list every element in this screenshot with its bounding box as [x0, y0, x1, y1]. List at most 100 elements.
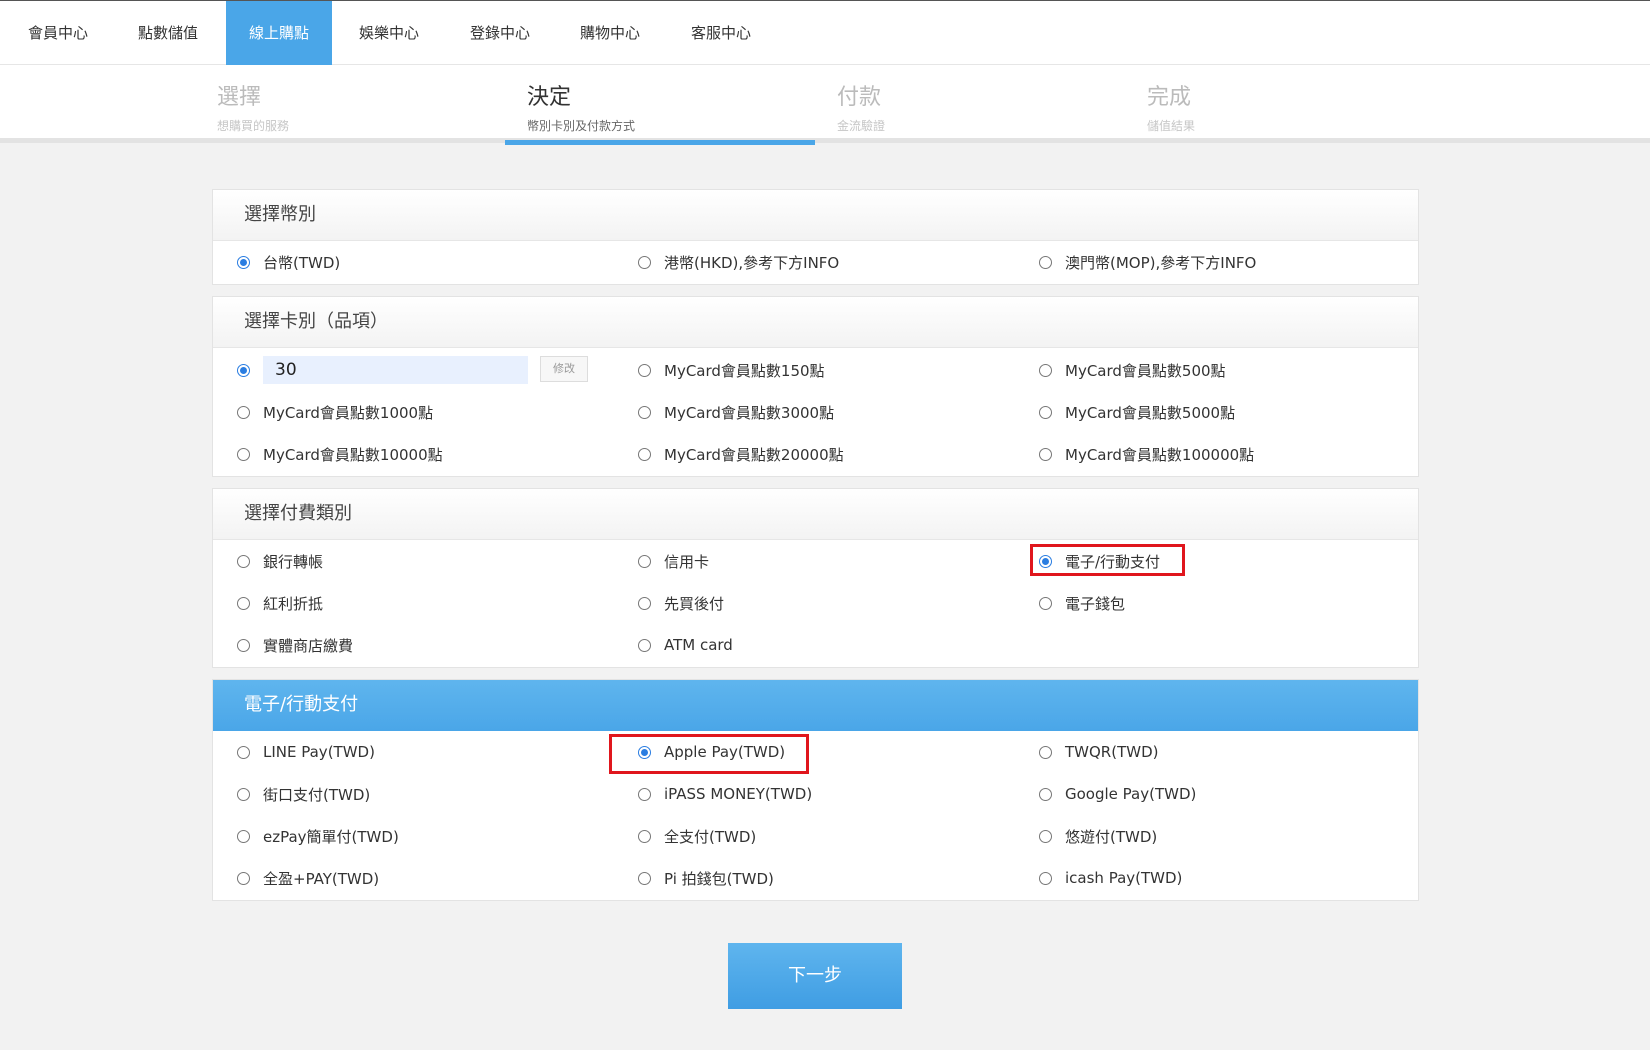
- paytype-option-bonus-redeem[interactable]: 紅利折抵: [237, 590, 323, 616]
- radio-icon[interactable]: [1039, 405, 1052, 419]
- epay-option-line-pay[interactable]: LINE Pay(TWD): [237, 739, 375, 765]
- step-progress: 選擇 想購買的服務 決定 幣別卡別及付款方式 付款 金流驗證 完成 儲值結果: [0, 65, 1650, 145]
- radio-icon[interactable]: [638, 363, 651, 377]
- step-decide: 決定 幣別卡別及付款方式: [500, 65, 810, 143]
- option-label: 銀行轉帳: [263, 552, 324, 571]
- radio-icon[interactable]: [638, 787, 651, 801]
- epay-option-apple-pay[interactable]: Apple Pay(TWD): [638, 739, 785, 765]
- radio-icon[interactable]: [237, 829, 250, 843]
- option-label: MyCard會員點數10000點: [263, 445, 443, 464]
- custom-amount-input[interactable]: [263, 356, 528, 384]
- currency-option-twd[interactable]: 台幣(TWD): [237, 249, 340, 275]
- step-title: 決定: [527, 85, 572, 110]
- radio-icon[interactable]: [638, 829, 651, 843]
- radio-icon[interactable]: [237, 787, 250, 801]
- radio-icon[interactable]: [638, 745, 651, 759]
- option-label: 紅利折抵: [263, 594, 324, 613]
- option-label: Pi 拍錢包(TWD): [664, 869, 774, 888]
- radio-icon[interactable]: [1039, 829, 1052, 843]
- option-label: icash Pay(TWD): [1065, 869, 1183, 887]
- epay-option-easywallet[interactable]: 悠遊付(TWD): [1039, 823, 1157, 849]
- epay-option-pxpay[interactable]: 全支付(TWD): [638, 823, 756, 849]
- top-nav: 會員中心 點數儲值 線上購點 娛樂中心 登錄中心 購物中心 客服中心: [0, 0, 1650, 65]
- step-subtitle: 想購買的服務: [217, 119, 290, 133]
- card-option-3000[interactable]: MyCard會員點數3000點: [638, 399, 834, 425]
- radio-icon[interactable]: [638, 255, 651, 269]
- option-label: MyCard會員點數100000點: [1065, 445, 1255, 464]
- radio-icon[interactable]: [1039, 363, 1052, 377]
- paytype-option-store-payment[interactable]: 實體商店繳費: [237, 632, 353, 658]
- paytype-option-bnpl[interactable]: 先買後付: [638, 590, 724, 616]
- radio-icon[interactable]: [237, 447, 250, 461]
- nav-entertainment-center[interactable]: 娛樂中心: [336, 1, 442, 65]
- radio-icon[interactable]: [237, 255, 250, 269]
- epay-option-jkopay[interactable]: 街口支付(TWD): [237, 781, 370, 807]
- panel-title: 選擇付費類別: [213, 489, 1418, 540]
- radio-icon[interactable]: [237, 638, 250, 652]
- paytype-option-e-wallet[interactable]: 電子錢包: [1039, 590, 1125, 616]
- currency-option-mop[interactable]: 澳門幣(MOP),參考下方INFO: [1039, 249, 1256, 275]
- epay-option-pi-wallet[interactable]: Pi 拍錢包(TWD): [638, 865, 774, 891]
- active-step-underline: [505, 140, 815, 145]
- radio-icon[interactable]: [638, 871, 651, 885]
- option-label: MyCard會員點數500點: [1065, 361, 1226, 380]
- card-option-1000[interactable]: MyCard會員點數1000點: [237, 399, 433, 425]
- card-option-10000[interactable]: MyCard會員點數10000點: [237, 441, 443, 467]
- radio-icon[interactable]: [1039, 447, 1052, 461]
- radio-icon[interactable]: [237, 596, 250, 610]
- epay-option-icash-pay[interactable]: icash Pay(TWD): [1039, 865, 1182, 891]
- nav-point-topup[interactable]: 點數儲值: [115, 1, 221, 65]
- step-title: 選擇: [217, 85, 262, 110]
- card-option-100000[interactable]: MyCard會員點數100000點: [1039, 441, 1254, 467]
- edit-button[interactable]: 修改: [540, 356, 588, 382]
- step-subtitle: 儲值結果: [1147, 119, 1196, 133]
- option-label: MyCard會員點數1000點: [263, 403, 434, 422]
- radio-icon[interactable]: [1039, 745, 1052, 759]
- card-option-150[interactable]: MyCard會員點數150點: [638, 357, 825, 383]
- option-label: 悠遊付(TWD): [1065, 827, 1158, 846]
- radio-icon[interactable]: [1039, 554, 1052, 568]
- epay-option-google-pay[interactable]: Google Pay(TWD): [1039, 781, 1196, 807]
- radio-icon[interactable]: [638, 596, 651, 610]
- nav-login-center[interactable]: 登錄中心: [447, 1, 553, 65]
- radio-icon[interactable]: [237, 405, 250, 419]
- option-label: 電子/行動支付: [1065, 552, 1161, 571]
- paytype-option-atm-card[interactable]: ATM card: [638, 632, 733, 658]
- radio-icon[interactable]: [638, 447, 651, 461]
- radio-icon[interactable]: [237, 871, 250, 885]
- radio-icon[interactable]: [1039, 871, 1052, 885]
- radio-icon[interactable]: [638, 554, 651, 568]
- card-option-custom[interactable]: [237, 357, 263, 383]
- epay-option-allpay-plus[interactable]: 全盈+PAY(TWD): [237, 865, 379, 891]
- radio-icon[interactable]: [1039, 787, 1052, 801]
- card-option-500[interactable]: MyCard會員點數500點: [1039, 357, 1226, 383]
- option-label: 澳門幣(MOP),參考下方INFO: [1065, 253, 1257, 272]
- nav-member-center[interactable]: 會員中心: [5, 1, 111, 65]
- option-label: 先買後付: [664, 594, 725, 613]
- paytype-option-bank-transfer[interactable]: 銀行轉帳: [237, 548, 323, 574]
- option-label: 台幣(TWD): [263, 253, 341, 272]
- nav-shopping-center[interactable]: 購物中心: [557, 1, 663, 65]
- radio-icon[interactable]: [638, 638, 651, 652]
- radio-icon[interactable]: [237, 363, 250, 377]
- radio-icon[interactable]: [237, 554, 250, 568]
- option-label: 全支付(TWD): [664, 827, 757, 846]
- currency-option-hkd[interactable]: 港幣(HKD),參考下方INFO: [638, 249, 839, 275]
- epay-option-ipass-money[interactable]: iPASS MONEY(TWD): [638, 781, 812, 807]
- epay-option-ezpay[interactable]: ezPay簡單付(TWD): [237, 823, 399, 849]
- radio-icon[interactable]: [1039, 255, 1052, 269]
- card-option-20000[interactable]: MyCard會員點數20000點: [638, 441, 844, 467]
- paytype-option-credit-card[interactable]: 信用卡: [638, 548, 709, 574]
- epay-option-twqr[interactable]: TWQR(TWD): [1039, 739, 1158, 765]
- card-option-5000[interactable]: MyCard會員點數5000點: [1039, 399, 1235, 425]
- nav-customer-service[interactable]: 客服中心: [668, 1, 774, 65]
- radio-icon[interactable]: [638, 405, 651, 419]
- nav-online-purchase[interactable]: 線上購點: [226, 1, 332, 65]
- card-panel: 選擇卡別（品項） 修改 MyCard會員點數150點 MyCard會員點數500…: [212, 296, 1419, 477]
- next-step-button[interactable]: 下一步: [728, 943, 902, 1009]
- paytype-option-mobile-payment[interactable]: 電子/行動支付: [1039, 548, 1160, 574]
- radio-icon[interactable]: [1039, 596, 1052, 610]
- option-label: iPASS MONEY(TWD): [664, 785, 813, 803]
- radio-icon[interactable]: [237, 745, 250, 759]
- option-label: Google Pay(TWD): [1065, 785, 1197, 803]
